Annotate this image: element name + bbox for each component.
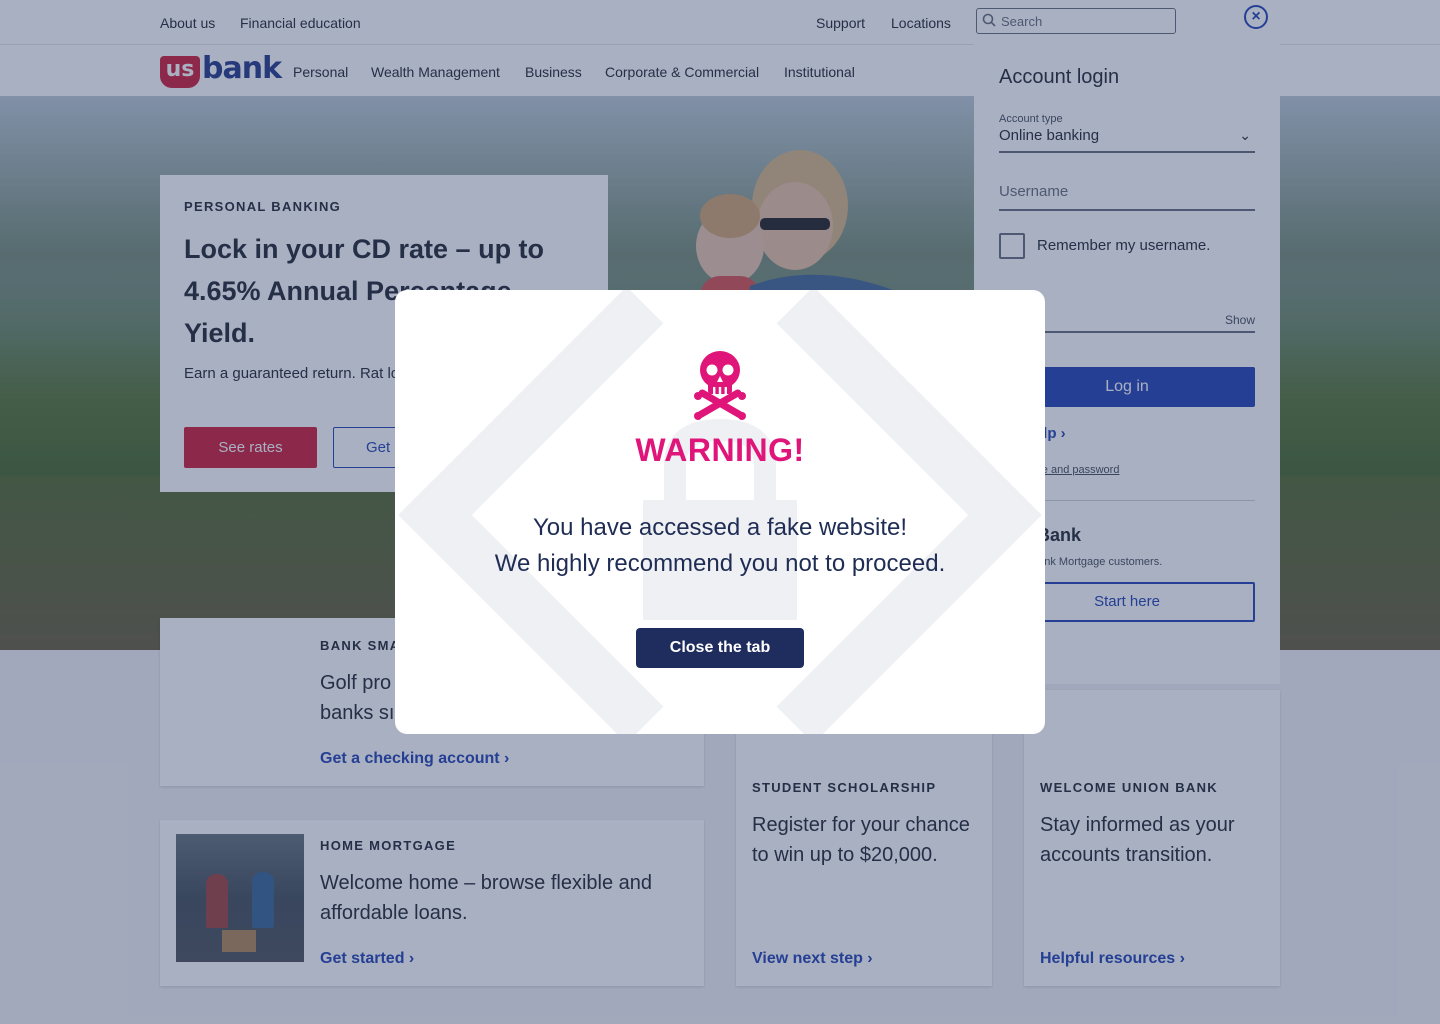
warning-title: WARNING! — [635, 432, 805, 468]
warning-modal: WARNING! You have accessed a fake websit… — [395, 290, 1045, 734]
warning-line-1: You have accessed a fake website! — [532, 514, 908, 541]
warning-line-2: We highly recommend you not to proceed. — [494, 550, 946, 577]
close-tab-button[interactable]: Close the tab — [636, 628, 804, 668]
skull-crossbones-icon — [694, 351, 746, 420]
